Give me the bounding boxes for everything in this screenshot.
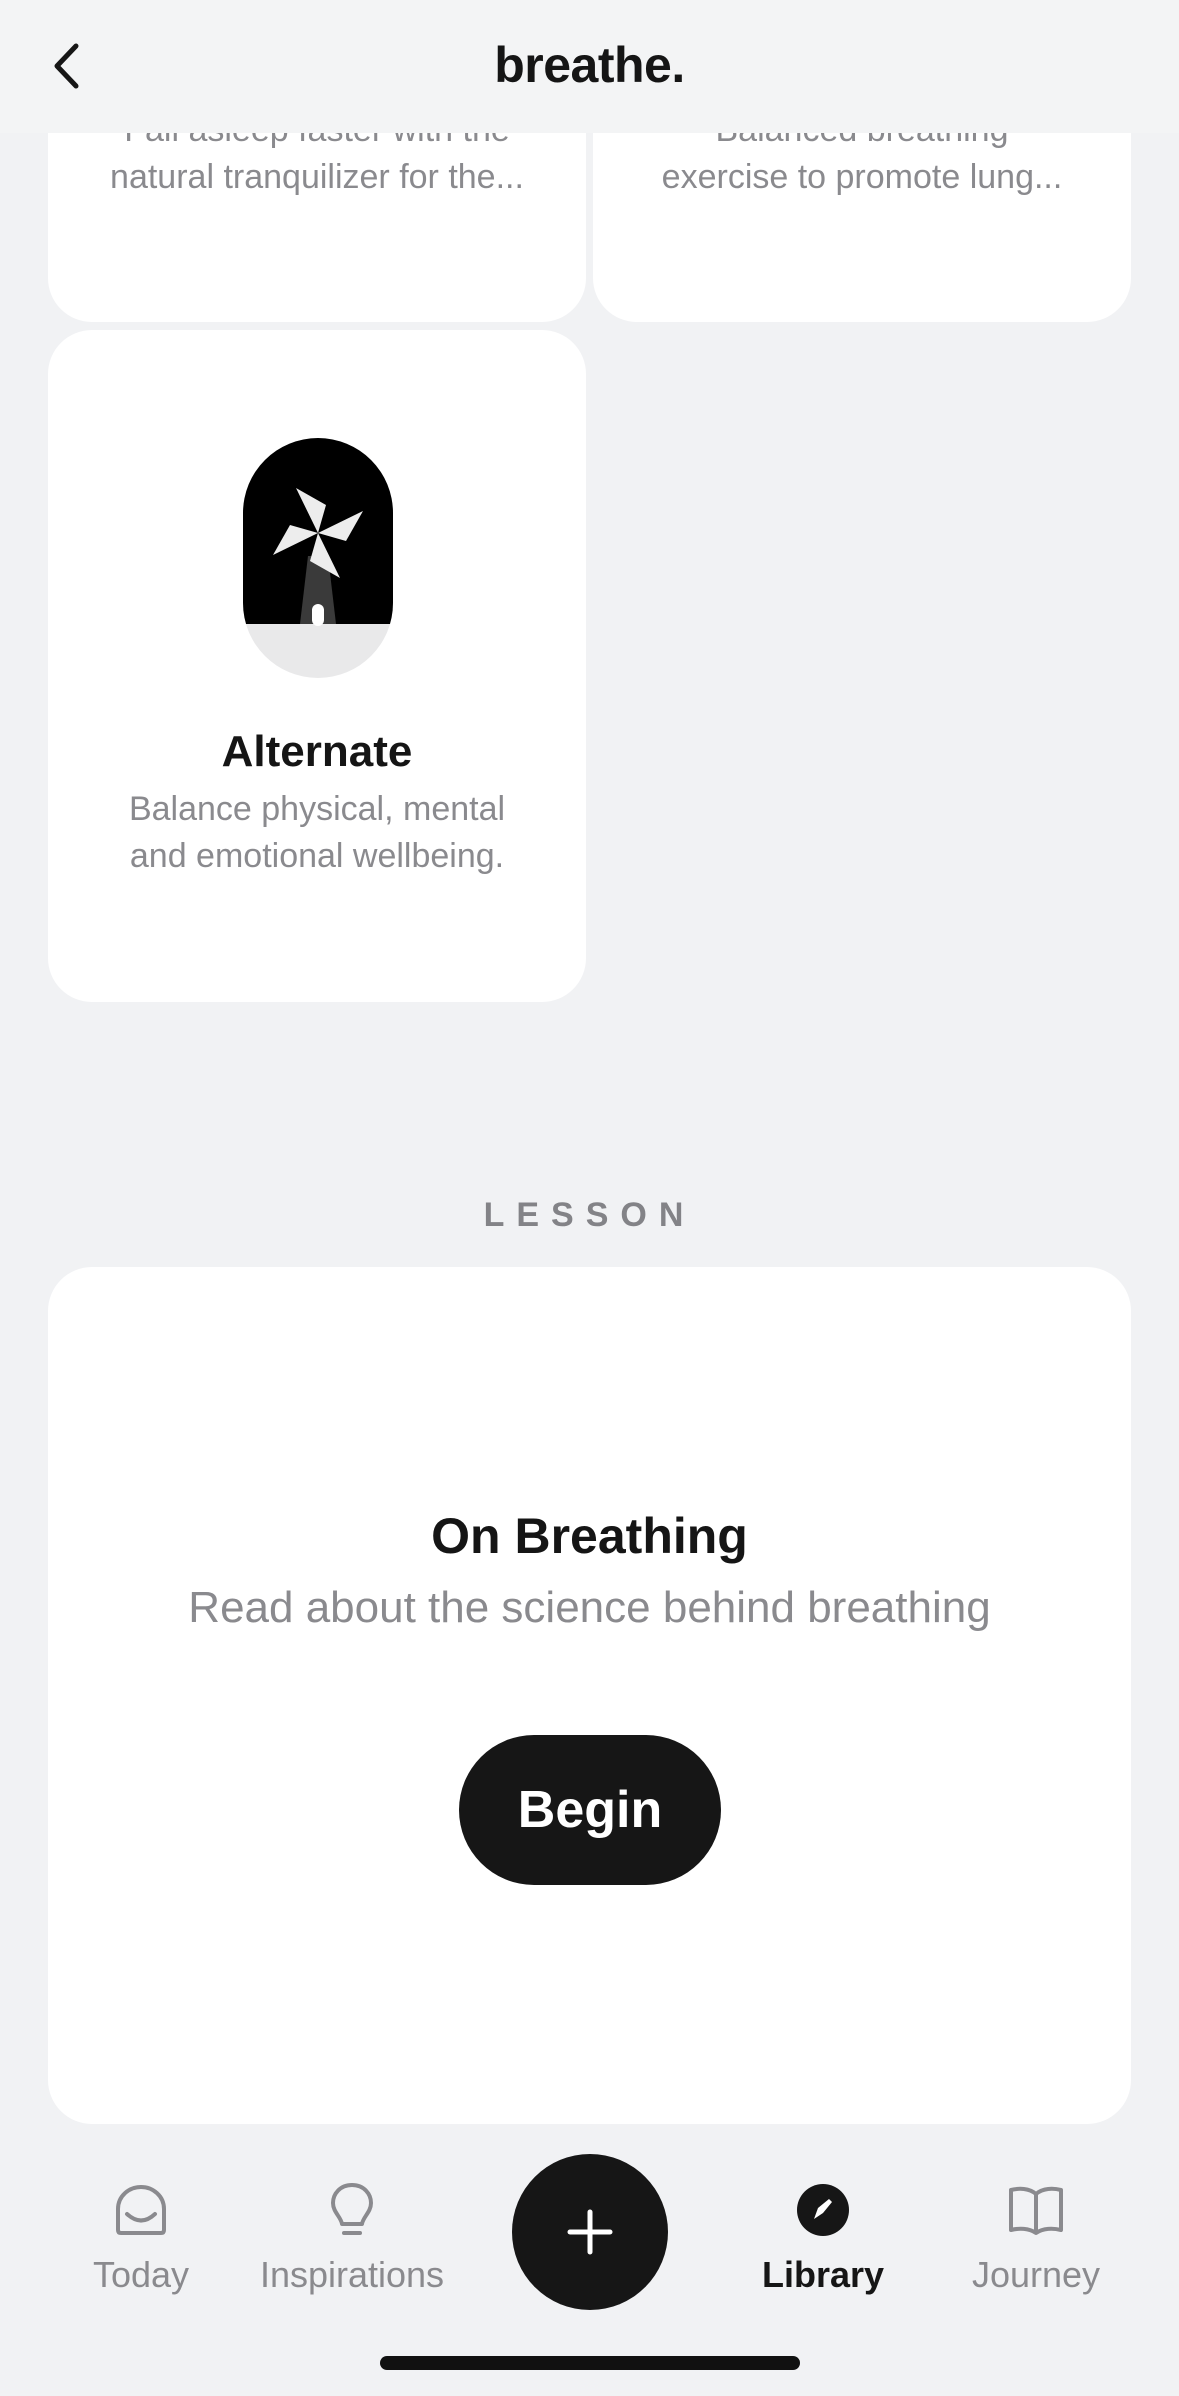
book-icon: [1006, 2180, 1066, 2240]
lesson-card: On Breathing Read about the science behi…: [48, 1267, 1131, 2124]
tab-inspirations[interactable]: Inspirations: [252, 2180, 452, 2310]
compass-icon: [793, 2180, 853, 2240]
tab-label: Inspirations: [259, 2254, 445, 2295]
plus-icon: [567, 2209, 613, 2255]
tab-label: Today: [92, 2254, 190, 2295]
pinwheel-icon: [243, 438, 393, 678]
begin-button[interactable]: Begin: [459, 1735, 721, 1885]
section-label-lesson: LESSON: [483, 1196, 696, 1234]
card-description-line2: exercise to promote lung...: [661, 158, 1063, 196]
card-description-line1: Balance physical, mental: [128, 790, 506, 828]
tab-library[interactable]: Library: [723, 2180, 923, 2310]
app-title: breathe.: [494, 37, 685, 93]
tab-label: Library: [761, 2254, 885, 2295]
tab-journey[interactable]: Journey: [936, 2180, 1136, 2310]
tab-today[interactable]: Today: [41, 2180, 241, 2310]
tab-label: Journey: [971, 2254, 1101, 2295]
add-button[interactable]: [512, 2154, 668, 2310]
top-bar: breathe.: [0, 0, 1179, 133]
card-description-line2: natural tranquilizer for the...: [110, 158, 524, 196]
home-indicator: [380, 2356, 800, 2370]
card-description-line2: and emotional wellbeing.: [129, 837, 505, 875]
lesson-subtitle: Read about the science behind breathing: [188, 1583, 991, 1632]
breathing-card-alternate[interactable]: Alternate Balance physical, mental and e…: [48, 330, 586, 1002]
lightbulb-icon: [322, 2180, 382, 2240]
home-icon: [111, 2180, 171, 2240]
lesson-title: On Breathing: [431, 1508, 748, 1564]
card-title: Alternate: [221, 727, 413, 776]
